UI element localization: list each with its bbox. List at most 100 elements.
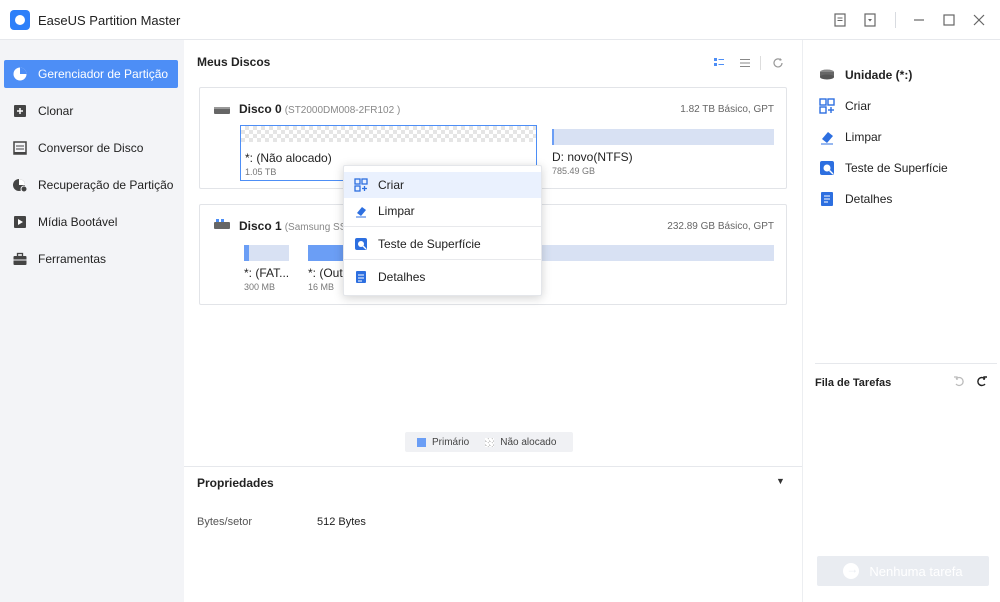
action-label: Detalhes [845,192,893,206]
context-menu-label: Limpar [378,204,415,218]
sidebar-item-label: Clonar [38,104,74,118]
sidebar-item-disk-converter[interactable]: Conversor de Disco [4,134,178,162]
surface-test-icon [354,237,368,251]
list-view-icon[interactable] [738,56,752,70]
sidebar-item-bootable-media[interactable]: Mídia Bootável [4,208,178,236]
context-menu-item-create[interactable]: Criar [344,172,541,198]
sidebar: Gerenciador de Partição Clonar Conversor… [0,40,184,602]
selected-drive: Unidade (*:) [819,67,912,83]
partition-legend: Primário Não alocado [405,432,573,452]
partition-fat[interactable]: *: (FAT... 300 MB [244,245,289,297]
titlebar-separator [895,12,896,28]
partition-bar [552,129,774,145]
grid-view-icon[interactable] [712,56,726,70]
property-value: 512 Bytes [317,516,366,528]
create-partition-icon [819,98,835,114]
dropdown-menu-icon[interactable] [862,12,878,28]
feedback-icon[interactable] [832,12,848,28]
legend-label: Primário [432,436,470,448]
partition-used-fill [244,245,249,261]
details-icon [819,191,835,207]
partition-label: *: (Não alocado) [245,151,332,165]
app-title: EaseUS Partition Master [38,13,181,28]
sidebar-item-label: Gerenciador de Partição [38,67,169,81]
context-menu-label: Teste de Superfície [378,237,481,251]
partition-size: 1.05 TB [245,167,277,177]
context-menu-item-clean[interactable]: Limpar [344,198,541,224]
redo-icon[interactable] [975,374,989,388]
partition-used-fill [552,129,554,145]
action-details[interactable]: Detalhes [819,191,892,207]
sidebar-item-label: Recuperação de Partição [38,178,174,192]
partition-recovery-icon [12,177,28,193]
context-menu-item-surface-test[interactable]: Teste de Superfície [344,231,541,257]
app-logo-icon [10,10,30,30]
drive-icon [819,67,835,83]
partition-size: 300 MB [244,282,276,292]
sidebar-item-partition-recovery[interactable]: Recuperação de Partição [4,171,178,199]
undo-icon[interactable] [952,374,966,388]
partition-label: *: (FAT... [244,266,290,280]
refresh-icon[interactable] [771,56,785,70]
context-menu-separator [344,226,541,227]
property-key: Bytes/setor [197,516,253,528]
sidebar-item-clone[interactable]: Clonar [4,97,178,125]
partition-manager-icon [12,66,28,82]
partition-bar [244,245,289,261]
partition-used-fill [308,245,344,261]
context-menu-label: Criar [378,178,404,192]
partition-other[interactable]: *: (Out... 16 MB [308,245,353,297]
partition-d-ntfs[interactable]: D: novo(NTFS) 785.49 GB [552,129,774,181]
legend-swatch [417,437,426,447]
drive-label: Unidade (*:) [845,68,913,82]
arrow-right-icon [843,562,860,579]
task-queue-title: Fila de Tarefas [815,377,892,389]
ssd-disk-icon [214,219,230,229]
legend-swatch [485,437,495,447]
partition-size: 16 MB [308,282,335,292]
action-clean[interactable]: Limpar [819,129,882,145]
task-queue-divider [815,363,997,364]
sidebar-item-tools[interactable]: Ferramentas [4,245,178,273]
partition-bar [308,245,344,261]
right-panel: Unidade (*:) Criar Limpar Teste de Super… [802,40,1000,602]
context-menu: Criar Limpar Teste de Superfície Detalhe… [343,165,542,296]
no-task-label: Nenhuma tarefa [869,563,963,579]
context-menu-item-details[interactable]: Detalhes [344,264,541,290]
sidebar-item-partition-manager[interactable]: Gerenciador de Partição [4,60,178,88]
close-icon[interactable] [971,12,987,28]
eraser-icon [819,129,835,145]
legend-label: Não alocado [500,436,557,448]
title-bar: EaseUS Partition Master [0,0,1000,40]
toolbox-icon [12,251,28,267]
partition-size: 785.49 GB [552,166,596,176]
partition-bar [241,126,536,142]
surface-test-icon [819,160,835,176]
no-task-button[interactable]: Nenhuma tarefa [817,556,989,586]
disk-name-text: Disco 0 [239,102,282,116]
hard-disk-icon [214,107,230,114]
disk-info: 1.82 TB Básico, GPT [680,104,774,115]
properties-title: Propriedades [197,476,274,490]
disk-converter-icon [12,140,28,156]
context-menu-separator [344,259,541,260]
maximize-icon[interactable] [941,12,957,28]
details-icon [354,270,368,284]
sidebar-item-label: Mídia Bootável [38,215,118,229]
create-partition-icon [354,178,368,192]
disk-info: 232.89 GB Básico, GPT [667,221,774,232]
action-label: Teste de Superfície [845,161,948,175]
collapse-arrow-icon[interactable]: ▼ [776,476,785,486]
minimize-icon[interactable] [911,12,927,28]
action-label: Criar [845,99,871,113]
action-create[interactable]: Criar [819,98,871,114]
context-menu-label: Detalhes [378,270,426,284]
action-surface-test[interactable]: Teste de Superfície [819,160,948,176]
sidebar-item-label: Ferramentas [38,252,107,266]
page-title: Meus Discos [197,55,271,69]
sidebar-item-label: Conversor de Disco [38,141,144,155]
legend-item-unallocated: Não alocado [485,437,556,448]
disk-model: (ST2000DM008-2FR102 ) [284,105,401,116]
view-separator [760,56,761,70]
action-label: Limpar [845,130,882,144]
